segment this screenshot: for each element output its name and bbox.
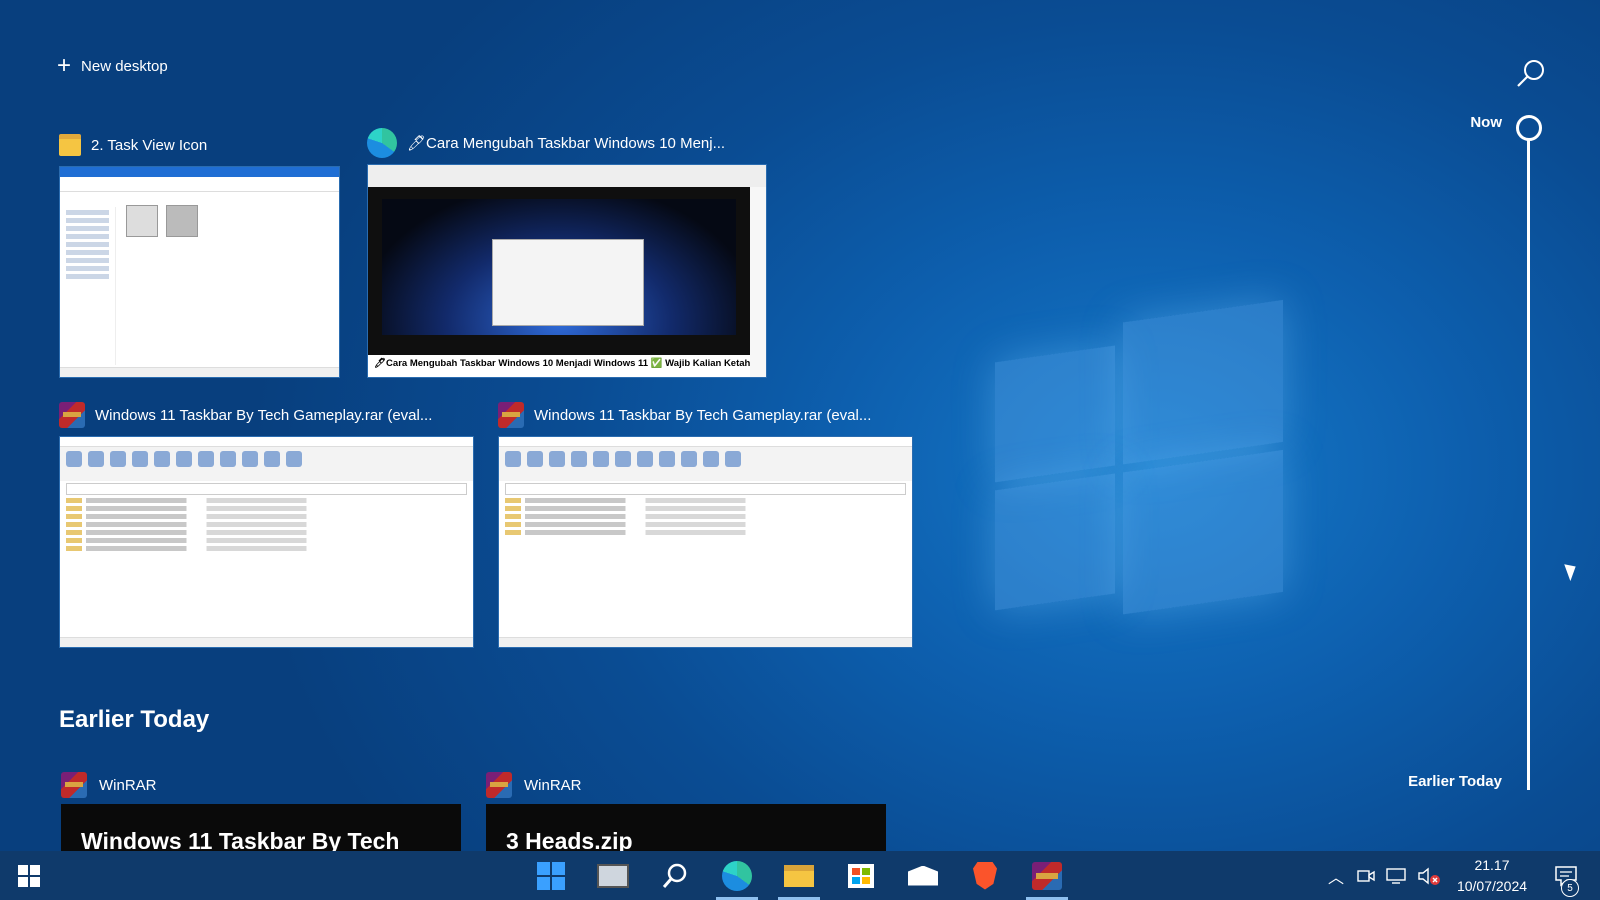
desktop-icon	[597, 863, 629, 888]
brave-button[interactable]	[956, 851, 1014, 900]
file-explorer-icon	[784, 864, 814, 887]
clock-time: 21.17	[1474, 857, 1510, 873]
winrar-taskbar-button[interactable]	[1018, 851, 1076, 900]
file-explorer-taskbar-button[interactable]	[770, 851, 828, 900]
search-icon	[662, 863, 687, 888]
window-winrar-2[interactable]: Windows 11 Taskbar By Tech Gameplay.rar …	[498, 400, 913, 648]
taskbar-search-button[interactable]	[646, 851, 704, 900]
window-winrar-1[interactable]: Windows 11 Taskbar By Tech Gameplay.rar …	[59, 400, 474, 648]
window-thumbnail[interactable]: 🖊Cara Mengubah Taskbar Windows 10 Menjad…	[367, 164, 767, 378]
meet-now-button[interactable]	[1352, 851, 1380, 900]
chevron-up-icon: ︿	[1327, 869, 1344, 887]
microsoft-store-button[interactable]	[832, 851, 890, 900]
show-hidden-icons-button[interactable]: ︿	[1322, 851, 1350, 900]
search-icon[interactable]	[1515, 58, 1547, 90]
task-view-icon	[537, 861, 565, 890]
timeline-now-label: Now	[1470, 114, 1502, 131]
winrar-icon	[59, 402, 85, 428]
mouse-cursor	[1564, 560, 1580, 582]
file-explorer-icon	[59, 134, 81, 156]
brave-icon	[973, 861, 997, 890]
history-app-name: WinRAR	[99, 776, 157, 794]
window-task-view-icon[interactable]: 2. Task View Icon	[59, 130, 340, 378]
history-card[interactable]: Windows 11 Taskbar By Tech	[61, 804, 461, 852]
window-thumbnail[interactable]	[59, 166, 340, 378]
taskbar: ︿ 21.17 10/07/2024 5	[0, 851, 1600, 900]
window-title: 2. Task View Icon	[91, 136, 208, 154]
clock-date: 10/07/2024	[1456, 878, 1528, 894]
volume-muted-icon	[1418, 867, 1440, 885]
window-title: Windows 11 Taskbar By Tech Gameplay.rar …	[534, 406, 872, 424]
history-app-name: WinRAR	[524, 776, 582, 794]
history-item[interactable]: WinRAR Windows 11 Taskbar By Tech	[61, 770, 461, 852]
new-desktop-button[interactable]: + New desktop	[57, 52, 168, 79]
edge-icon	[367, 128, 397, 158]
desktop-button[interactable]	[584, 851, 642, 900]
wallpaper-windows-logo	[995, 299, 1285, 641]
timeline-scrollbar[interactable]	[1527, 138, 1530, 790]
timeline-earlier-label[interactable]: Earlier Today	[1408, 773, 1502, 790]
camera-icon	[1357, 869, 1375, 882]
history-item[interactable]: WinRAR 3 Heads.zip	[486, 770, 886, 852]
edge-icon	[722, 860, 752, 891]
task-view-button[interactable]	[522, 851, 580, 900]
section-title-earlier-today: Earlier Today	[59, 706, 210, 733]
network-icon	[1386, 867, 1406, 884]
start-icon	[18, 864, 40, 887]
edge-taskbar-button[interactable]	[708, 851, 766, 900]
window-thumbnail[interactable]	[59, 436, 474, 648]
winrar-icon	[1032, 861, 1062, 890]
window-thumbnail[interactable]	[498, 436, 913, 648]
clock-button[interactable]: 21.17 10/07/2024	[1444, 855, 1540, 897]
history-card[interactable]: 3 Heads.zip	[486, 804, 886, 852]
network-button[interactable]	[1382, 851, 1412, 900]
microsoft-store-icon	[848, 863, 874, 888]
winrar-icon	[61, 772, 87, 798]
volume-button[interactable]	[1414, 851, 1444, 900]
mail-button[interactable]	[894, 851, 952, 900]
notification-count-badge: 5	[1561, 879, 1579, 897]
winrar-icon	[486, 772, 512, 798]
plus-icon: +	[57, 52, 72, 79]
window-title: Windows 11 Taskbar By Tech Gameplay.rar …	[95, 406, 433, 424]
video-title: 🖊Cara Mengubah Taskbar Windows 10 Menjad…	[368, 355, 750, 377]
new-desktop-label: New desktop	[81, 57, 168, 75]
winrar-icon	[498, 402, 524, 428]
window-edge-youtube[interactable]: 🖊Cara Mengubah Taskbar Windows 10 Menj..…	[367, 128, 767, 378]
window-title: 🖊Cara Mengubah Taskbar Windows 10 Menj..…	[407, 135, 726, 152]
start-button[interactable]	[0, 851, 58, 900]
mail-icon	[908, 865, 938, 886]
